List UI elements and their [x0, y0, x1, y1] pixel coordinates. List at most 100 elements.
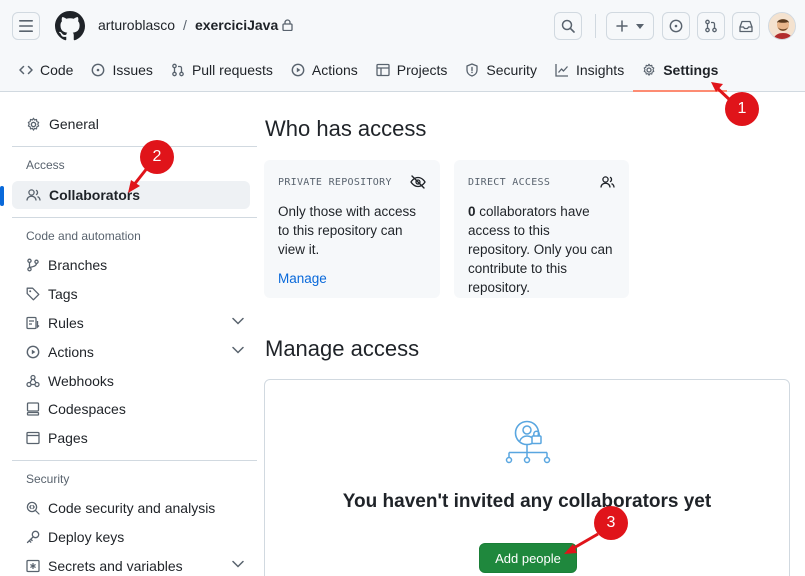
sidebar-item-label: Rules [48, 315, 84, 331]
code-icon [19, 65, 33, 75]
repo-name-link[interactable]: exerciciJava [195, 17, 278, 33]
create-new-button[interactable] [606, 12, 654, 40]
tab-insights[interactable]: Insights [546, 56, 633, 84]
issue-icon [92, 63, 105, 77]
people-icon [600, 176, 615, 188]
play-icon [291, 63, 305, 77]
codescan-icon [26, 501, 40, 515]
search-button[interactable] [554, 12, 582, 40]
gear-icon [27, 117, 40, 131]
tab-label: Projects [396, 62, 448, 78]
issues-button[interactable] [662, 12, 690, 40]
sidebar-item-label: Actions [48, 344, 94, 360]
tab-label: Insights [575, 62, 625, 78]
breadcrumb: arturoblasco / exerciciJava [98, 17, 293, 33]
sidebar-item-deploy-keys[interactable]: Deploy keys [12, 523, 250, 551]
manage-link[interactable]: Manage [278, 271, 327, 286]
pull-request-icon [172, 63, 184, 77]
tab-label: Security [486, 62, 537, 78]
codespaces-icon [26, 402, 40, 416]
pull-requests-button[interactable] [697, 12, 725, 40]
sidebar-item-label: Pages [48, 430, 88, 446]
who-has-access-title: Who has access [265, 116, 427, 141]
sidebar-item-label: Deploy keys [48, 529, 125, 545]
inbox-button[interactable] [732, 12, 760, 40]
add-people-button[interactable]: Add people [479, 543, 577, 573]
annotation-badge: 2 [140, 140, 174, 174]
chevron-down-icon[interactable] [232, 317, 244, 325]
avatar-icon [769, 13, 795, 39]
sidebar-item-code-security[interactable]: Code security and analysis [12, 494, 250, 522]
sidebar-item-secrets[interactable]: Secrets and variables [12, 552, 250, 576]
sidebar-item-label: Webhooks [48, 373, 114, 389]
breadcrumb-separator: / [183, 17, 187, 33]
sidebar-divider [12, 146, 257, 147]
collaborators-blankslate: You haven't invited any collaborators ye… [264, 379, 790, 576]
sidebar-heading-security: Security [26, 472, 70, 486]
sidebar-item-pages[interactable]: Pages [12, 424, 250, 452]
card-body: Only those with access to this repositor… [278, 204, 417, 257]
blankslate-heading: You haven't invited any collaborators ye… [342, 491, 712, 512]
card-label: DIRECT ACCESS [468, 176, 551, 188]
table-icon [376, 63, 390, 77]
sidebar-item-label: Tags [48, 286, 78, 302]
sidebar-item-webhooks[interactable]: Webhooks [12, 367, 250, 395]
sidebar-item-label: Branches [48, 257, 108, 273]
tab-code[interactable]: Code [10, 56, 82, 84]
sidebar-item-general[interactable]: General [12, 110, 250, 138]
asterisk-icon [26, 559, 40, 573]
key-icon [26, 530, 40, 544]
hamburger-icon [19, 20, 33, 32]
sidebar-item-branches[interactable]: Branches [12, 251, 250, 279]
annotation-badge: 1 [725, 92, 759, 126]
sidebar-item-label: Secrets and variables [48, 558, 183, 574]
play-icon [26, 345, 40, 359]
issue-icon [669, 19, 683, 33]
user-avatar[interactable] [768, 12, 796, 40]
annotation-badge: 3 [594, 506, 628, 540]
github-logo-icon[interactable] [55, 11, 85, 41]
tab-projects[interactable]: Projects [367, 56, 457, 84]
eye-closed-icon [410, 175, 426, 189]
sidebar-item-label: Collaborators [49, 187, 141, 203]
tab-label: Settings [663, 62, 719, 78]
card-body: 0 collaborators have access to this repo… [468, 202, 615, 297]
tab-label: Issues [112, 62, 153, 78]
tab-actions[interactable]: Actions [282, 56, 367, 84]
plus-icon [616, 20, 628, 32]
tab-settings[interactable]: Settings [633, 56, 728, 92]
sidebar-item-label: Codespaces [48, 401, 126, 417]
sidebar-item-collaborators[interactable]: Collaborators [0, 181, 250, 209]
pull-request-icon [705, 19, 717, 33]
shield-icon [466, 63, 479, 77]
lock-icon [282, 19, 293, 31]
sidebar-heading-code-automation: Code and automation [26, 229, 141, 243]
repo-header: arturoblasco / exerciciJava Code Issues … [0, 0, 805, 92]
menu-button[interactable] [12, 12, 40, 40]
tab-pull-requests[interactable]: Pull requests [162, 56, 282, 84]
header-divider [595, 14, 596, 38]
tab-issues[interactable]: Issues [82, 56, 161, 84]
tab-security[interactable]: Security [456, 56, 546, 84]
settings-sidebar: General Access Collaborators Code and au… [0, 110, 257, 576]
sidebar-item-tags[interactable]: Tags [12, 280, 250, 308]
manage-access-title: Manage access [265, 336, 420, 361]
card-body-text: collaborators have access to this reposi… [468, 204, 613, 295]
caret-down-icon [636, 23, 644, 29]
repo-owner-link[interactable]: arturoblasco [98, 17, 175, 33]
webhook-icon [26, 374, 40, 388]
sidebar-heading-access: Access [26, 158, 65, 172]
sidebar-divider [12, 217, 257, 218]
sidebar-item-codespaces[interactable]: Codespaces [12, 395, 250, 423]
sidebar-item-actions[interactable]: Actions [12, 338, 250, 366]
gear-icon [643, 63, 655, 76]
sidebar-item-rules[interactable]: Rules [12, 309, 250, 337]
people-icon [26, 189, 41, 201]
card-label: PRIVATE REPOSITORY [278, 176, 392, 188]
tab-label: Actions [311, 62, 358, 78]
browser-icon [26, 431, 40, 445]
direct-access-card: DIRECT ACCESS 0 collaborators have acces… [454, 160, 629, 298]
rules-icon [26, 316, 40, 330]
chevron-down-icon[interactable] [232, 560, 244, 568]
chevron-down-icon[interactable] [232, 346, 244, 354]
